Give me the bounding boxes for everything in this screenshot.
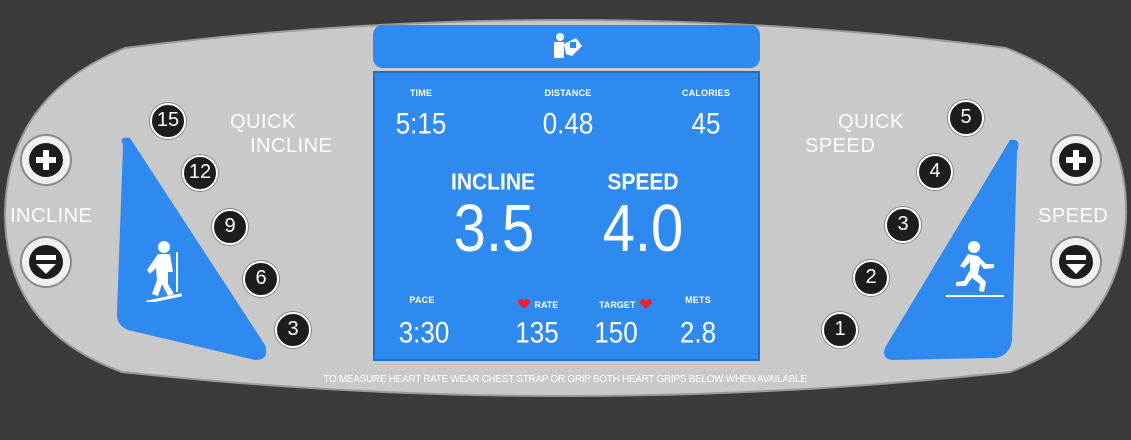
treadmill-console: INCLINE QUICK INCLINE 15 12 9 6 3 SPEED (0, 0, 1131, 440)
quick-incline-3-button[interactable]: 3 (275, 312, 311, 348)
mets-label: METS (685, 295, 711, 305)
quick-speed-3-button[interactable]: 3 (885, 207, 921, 243)
quick-speed-2-button[interactable]: 2 (853, 260, 889, 296)
pace-value: 3:30 (398, 314, 450, 350)
minus-icon (29, 245, 63, 279)
speed-label: SPEED (1038, 205, 1109, 227)
incline-up-button[interactable] (22, 136, 70, 184)
plus-icon (29, 143, 63, 177)
quick-incline-6-button[interactable]: 6 (243, 261, 279, 297)
incline-value: 3.5 (453, 191, 535, 266)
runner-icon (946, 241, 1004, 297)
runner-reading-icon (554, 33, 582, 58)
incline-label: INCLINE (10, 205, 93, 227)
quick-incline-label-1: QUICK (230, 111, 296, 133)
speed-down-button[interactable] (1052, 238, 1100, 286)
rate-label-group: RATE (518, 295, 578, 313)
quick-incline-15-button[interactable]: 15 (150, 103, 186, 139)
calories-label: CALORIES (681, 88, 731, 98)
quick-speed-5-button[interactable]: 5 (948, 100, 984, 136)
heart-icon (639, 298, 652, 309)
header-bar (373, 25, 760, 68)
distance-label: DISTANCE (544, 88, 592, 98)
quick-incline-9-button[interactable]: 9 (212, 209, 248, 245)
calories-value: 45 (691, 105, 721, 141)
speed-value: 4.0 (602, 191, 684, 266)
time-label: TIME (409, 88, 433, 98)
quick-incline-12-button[interactable]: 12 (182, 155, 218, 191)
quick-speed-label-1: QUICK (838, 111, 904, 133)
heart-rate-instruction: TO MEASURE HEART RATE WEAR CHEST STRAP O… (323, 374, 807, 385)
minus-icon (1059, 245, 1093, 279)
mets-value: 2.8 (679, 314, 717, 350)
pace-label: PACE (409, 295, 435, 305)
speed-up-button[interactable] (1052, 136, 1100, 184)
time-value: 5:15 (395, 105, 447, 141)
rate-label: RATE (534, 300, 559, 310)
heart-icon (518, 298, 530, 309)
target-value: 150 (594, 314, 638, 350)
distance-value: 0.48 (542, 105, 594, 141)
quick-speed-label-2: SPEED (805, 135, 876, 157)
quick-incline-label-2: INCLINE (250, 135, 333, 157)
rate-value: 135 (515, 314, 559, 350)
target-label: TARGET (599, 300, 636, 310)
plus-icon (1059, 143, 1093, 177)
incline-down-button[interactable] (22, 238, 70, 286)
display-screen: TIME 5:15 DISTANCE 0.48 CALORIES 45 INCL… (373, 71, 760, 361)
hiker-icon (146, 241, 183, 302)
quick-speed-1-button[interactable]: 1 (822, 312, 858, 348)
quick-speed-4-button[interactable]: 4 (917, 154, 953, 190)
